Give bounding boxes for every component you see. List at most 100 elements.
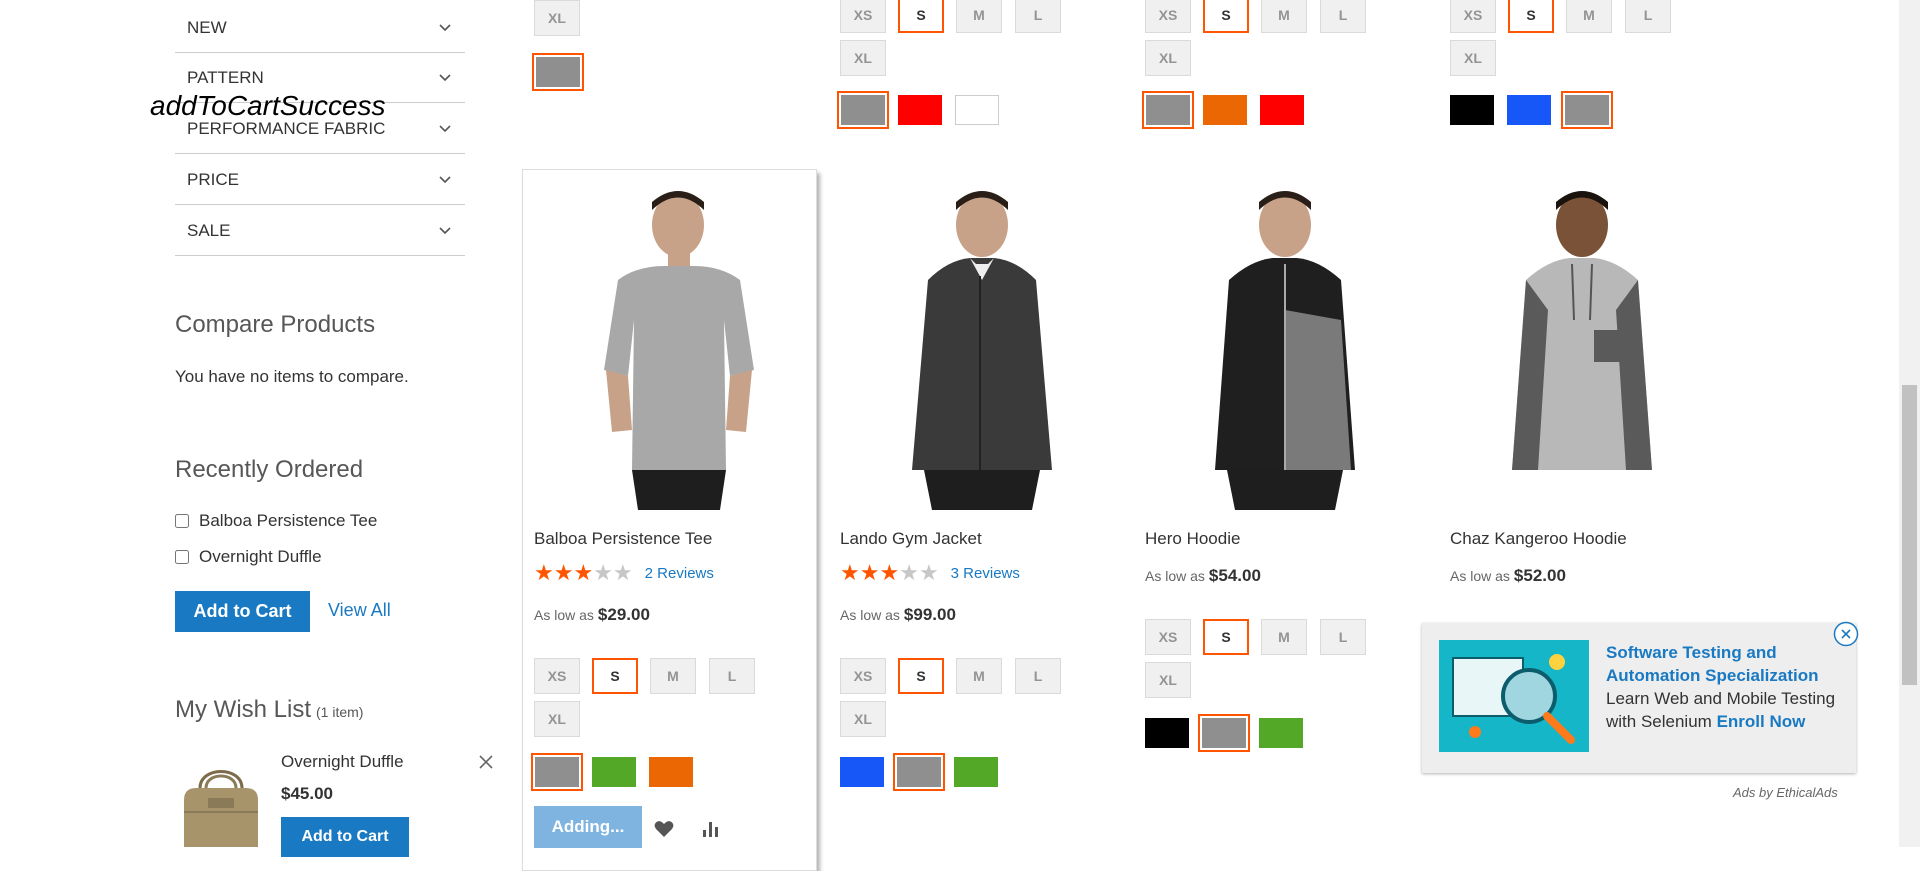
size-option[interactable]: L: [1625, 0, 1671, 33]
color-swatch[interactable]: [837, 91, 889, 129]
chaz-kangeroo-hoodie-image[interactable]: [1468, 180, 1708, 510]
add-to-cart-button[interactable]: Adding...: [534, 806, 642, 848]
recently-ordered-checkbox[interactable]: [175, 550, 189, 564]
recently-ordered-view-all-link[interactable]: View All: [328, 600, 391, 621]
color-swatch[interactable]: [1203, 95, 1247, 125]
reviews-link[interactable]: 3 Reviews: [951, 565, 1020, 582]
filter-price[interactable]: PRICE: [175, 155, 465, 205]
color-swatch[interactable]: [1507, 95, 1551, 125]
size-option[interactable]: XL: [534, 701, 580, 737]
color-swatch[interactable]: [1198, 714, 1250, 752]
wishlist-count: (1 item): [316, 704, 364, 720]
size-option[interactable]: L: [1015, 0, 1061, 33]
color-swatch[interactable]: [531, 753, 583, 791]
color-swatch[interactable]: [1450, 95, 1494, 125]
heart-icon[interactable]: [654, 820, 674, 838]
product-name[interactable]: Hero Hoodie: [1145, 529, 1240, 549]
size-option[interactable]: S: [898, 0, 944, 33]
filter-new-label: NEW: [187, 17, 227, 37]
product-name[interactable]: Chaz Kangeroo Hoodie: [1450, 529, 1627, 549]
price-value: $29.00: [597, 605, 650, 624]
size-option[interactable]: S: [1203, 0, 1249, 33]
size-option[interactable]: L: [1320, 619, 1366, 655]
color-swatch[interactable]: [532, 53, 584, 91]
size-option[interactable]: XS: [1145, 0, 1191, 33]
size-option[interactable]: L: [709, 658, 755, 694]
size-option[interactable]: M: [1261, 619, 1307, 655]
price-value: $52.00: [1513, 566, 1566, 585]
size-option[interactable]: S: [592, 658, 638, 694]
filter-pattern-label: PATTERN: [187, 67, 264, 87]
recently-ordered-checkbox[interactable]: [175, 514, 189, 528]
price-box: As low as $99.00: [840, 605, 956, 625]
color-swatch[interactable]: [898, 95, 942, 125]
color-swatch[interactable]: [840, 757, 884, 787]
filter-price-label: PRICE: [187, 169, 239, 189]
size-option[interactable]: M: [956, 0, 1002, 33]
color-swatch[interactable]: [1561, 91, 1613, 129]
size-option[interactable]: XS: [534, 658, 580, 694]
size-option[interactable]: M: [650, 658, 696, 694]
color-swatch[interactable]: [1145, 718, 1189, 748]
size-option[interactable]: XL: [1145, 662, 1191, 698]
recently-ordered-add-to-cart-button[interactable]: Add to Cart: [175, 591, 310, 632]
overnight-duffle-image[interactable]: [178, 760, 264, 847]
debug-overlay-text: addToCartSuccess: [150, 90, 386, 121]
size-option[interactable]: XL: [840, 701, 886, 737]
ad-title[interactable]: Software Testing and Automation Speciali…: [1606, 641, 1846, 687]
size-option[interactable]: XS: [840, 658, 886, 694]
filter-sale[interactable]: SALE: [175, 206, 465, 256]
compare-chart-icon[interactable]: [702, 820, 720, 838]
balboa-persistence-tee-image[interactable]: [548, 180, 788, 510]
size-option[interactable]: XL: [1145, 40, 1191, 76]
product-name[interactable]: Lando Gym Jacket: [840, 529, 982, 549]
size-option[interactable]: S: [898, 658, 944, 694]
color-swatch[interactable]: [954, 757, 998, 787]
wishlist-add-to-cart-button[interactable]: Add to Cart: [281, 817, 409, 857]
wishlist-item-name[interactable]: Overnight Duffle: [281, 752, 404, 772]
wishlist-item-price: $45.00: [281, 784, 333, 803]
size-option[interactable]: S: [1203, 619, 1249, 655]
price-prefix: As low as: [534, 607, 594, 623]
chevron-down-icon: [439, 226, 451, 234]
size-option[interactable]: XS: [840, 0, 886, 33]
chevron-down-icon: [439, 175, 451, 183]
color-swatch[interactable]: [1260, 95, 1304, 125]
reviews-link[interactable]: 2 Reviews: [645, 565, 714, 582]
size-option[interactable]: M: [1261, 0, 1307, 33]
filter-new[interactable]: NEW: [175, 3, 465, 53]
size-option[interactable]: XL: [534, 0, 580, 36]
remove-icon[interactable]: [479, 755, 493, 769]
ethical-ad[interactable]: Software Testing and Automation Speciali…: [1422, 623, 1856, 773]
color-swatch[interactable]: [1142, 91, 1194, 129]
size-option[interactable]: XS: [1450, 0, 1496, 33]
size-option[interactable]: XL: [1450, 40, 1496, 76]
size-option[interactable]: M: [1566, 0, 1612, 33]
color-swatch[interactable]: [592, 757, 636, 787]
chevron-down-icon: [439, 124, 451, 132]
recently-ordered-title: Recently Ordered: [175, 456, 364, 483]
size-option[interactable]: L: [1015, 658, 1061, 694]
lando-gym-jacket-image[interactable]: [862, 180, 1102, 510]
ad-image[interactable]: [1439, 640, 1589, 752]
product-name[interactable]: Balboa Persistence Tee: [534, 529, 712, 549]
size-option[interactable]: M: [956, 658, 1002, 694]
recently-ordered-item[interactable]: Balboa Persistence Tee: [175, 511, 377, 531]
close-icon[interactable]: [1833, 621, 1859, 647]
ad-cta-link[interactable]: Enroll Now: [1717, 712, 1806, 731]
ad-footer: Ads by EthicalAds: [1733, 785, 1838, 800]
color-swatch[interactable]: [1259, 718, 1303, 748]
ad-text: Software Testing and Automation Speciali…: [1606, 641, 1846, 733]
size-option[interactable]: S: [1508, 0, 1554, 33]
color-swatch[interactable]: [893, 753, 945, 791]
recently-ordered-item[interactable]: Overnight Duffle: [175, 547, 322, 567]
star-icon: ★: [612, 560, 633, 585]
hero-hoodie-image[interactable]: [1165, 180, 1405, 510]
size-option[interactable]: L: [1320, 0, 1366, 33]
size-option[interactable]: XL: [840, 40, 886, 76]
size-option[interactable]: XS: [1145, 619, 1191, 655]
compare-title: Compare Products: [175, 311, 376, 338]
color-swatch[interactable]: [955, 95, 999, 125]
scrollbar-thumb[interactable]: [1902, 385, 1917, 685]
color-swatch[interactable]: [649, 757, 693, 787]
